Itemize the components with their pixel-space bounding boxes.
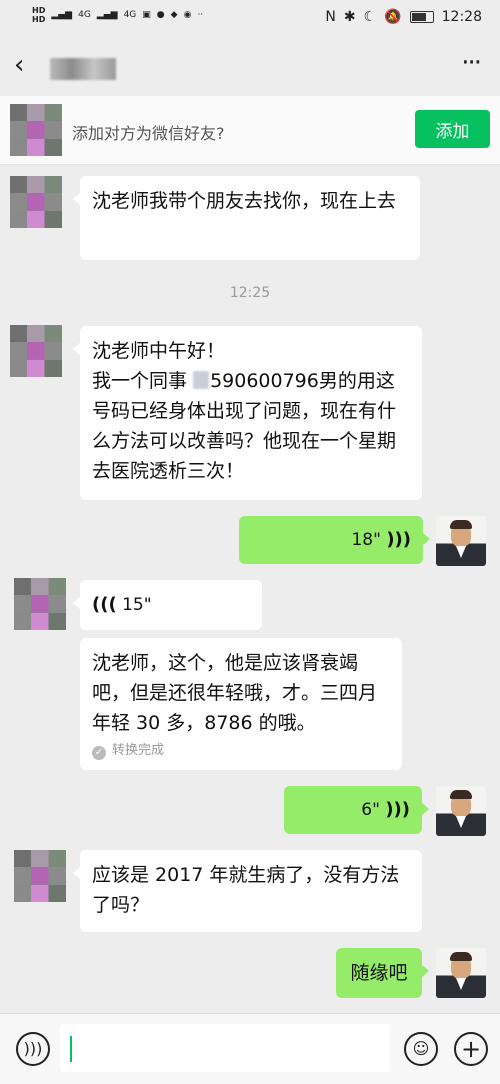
avatar[interactable] bbox=[436, 786, 486, 836]
more-dots-icon[interactable]: ··· bbox=[461, 50, 482, 76]
message-text: 沈老师我带个朋友去找你，现在上去 bbox=[92, 190, 397, 212]
voice-transcript: 沈老师，这个，他是应该肾衰竭吧，但是还很年轻哦，才。三四月年轻 30 多，878… bbox=[80, 638, 402, 770]
more-notifications-icon: ·· bbox=[197, 10, 204, 20]
voice-duration: 6" bbox=[361, 800, 380, 820]
voice-duration: 15" bbox=[122, 595, 152, 615]
message-bubble[interactable]: 沈老师我带个朋友去找你，现在上去 bbox=[73, 176, 420, 260]
message-bubble-out[interactable]: 随缘吧 bbox=[336, 948, 429, 998]
notification-icon: ▣ bbox=[142, 10, 151, 20]
message-bubble[interactable]: 应该是 2017 年就生病了，没有方法了吗？ bbox=[73, 850, 422, 932]
back-chevron-icon[interactable]: ‹ bbox=[14, 50, 24, 80]
timestamp: 12:25 bbox=[229, 285, 271, 301]
message-text: 沈老师中午好！ bbox=[92, 340, 226, 362]
phone-number: 590600796 bbox=[210, 370, 319, 392]
clock: 12:28 bbox=[441, 9, 482, 25]
avatar[interactable] bbox=[10, 176, 62, 228]
message-bubble[interactable]: 沈老师中午好！ 我一个同事 590600796男的用这号码已经身体出现了问题，现… bbox=[73, 326, 422, 500]
avatar[interactable] bbox=[10, 325, 62, 377]
message-text: 我一个同事 590600796男的用这号码已经身体出现了问题，现在有什么方法可以… bbox=[92, 370, 397, 482]
voice-input-icon[interactable]: ))) bbox=[16, 1032, 50, 1066]
status-bar: HD HD ▂▄▆ 4G ▂▄▆ 4G ▣ ● ◆ ◉ ·· N ✱ ☾ 🔕 12… bbox=[0, 0, 500, 36]
chat-title-redacted bbox=[50, 58, 116, 80]
signal-icon: ▂▄▆ bbox=[51, 10, 73, 20]
text-cursor bbox=[70, 1036, 72, 1062]
transcript-text: 沈老师，这个，他是应该肾衰竭吧，但是还很年轻哦，才。三四月年轻 30 多，878… bbox=[92, 652, 378, 734]
emoji-icon[interactable]: ☺ bbox=[404, 1032, 438, 1066]
message-input[interactable] bbox=[60, 1024, 390, 1072]
signal-icon: ▂▄▆ bbox=[96, 10, 118, 20]
avatar[interactable] bbox=[10, 104, 62, 156]
app-icon: ◉ bbox=[183, 10, 192, 20]
redacted-digit bbox=[193, 371, 210, 389]
chat-header: ‹ ··· bbox=[0, 36, 500, 96]
nfc-icon: N bbox=[325, 9, 336, 25]
input-bar: ))) ☺ + bbox=[0, 1013, 500, 1084]
moon-icon: ☾ bbox=[363, 9, 377, 25]
avatar[interactable] bbox=[436, 516, 486, 566]
hd-badge: HD HD bbox=[32, 6, 46, 24]
app-icon: ◆ bbox=[170, 10, 178, 20]
voice-wave-icon: ((( bbox=[92, 594, 117, 615]
voice-duration: 18" bbox=[351, 530, 381, 550]
avatar[interactable] bbox=[436, 948, 486, 998]
add-friend-button[interactable]: 添加 bbox=[415, 110, 490, 148]
voice-wave-icon: ))) bbox=[385, 799, 410, 820]
transcript-status: ✓ 转换完成 bbox=[92, 742, 390, 760]
check-icon: ✓ bbox=[92, 746, 106, 760]
message-text: 随缘吧 bbox=[350, 962, 408, 984]
avatar[interactable] bbox=[14, 578, 66, 630]
network-label: 4G bbox=[123, 10, 137, 20]
voice-wave-icon: ))) bbox=[386, 529, 411, 550]
message-text: 应该是 2017 年就生病了，没有方法了吗？ bbox=[92, 864, 400, 916]
status-left: HD HD ▂▄▆ 4G ▂▄▆ 4G ▣ ● ◆ ◉ ·· bbox=[32, 6, 203, 24]
add-friend-banner: 添加对方为微信好友? 添加 bbox=[0, 96, 500, 165]
voice-message-out[interactable]: 6" ))) bbox=[284, 786, 429, 834]
battery-icon bbox=[409, 11, 434, 23]
add-friend-prompt: 添加对方为微信好友? bbox=[72, 124, 225, 143]
plus-icon[interactable]: + bbox=[454, 1032, 488, 1066]
network-label: 4G bbox=[78, 10, 91, 20]
voice-message-in[interactable]: ((( 15" bbox=[73, 580, 262, 630]
status-right: N ✱ ☾ 🔕 12:28 bbox=[325, 9, 482, 25]
app-icon: ● bbox=[156, 10, 165, 20]
bluetooth-icon: ✱ bbox=[343, 9, 356, 25]
avatar[interactable] bbox=[14, 850, 66, 902]
voice-message-out[interactable]: 18" ))) bbox=[239, 516, 430, 564]
mute-icon: 🔕 bbox=[384, 9, 402, 25]
